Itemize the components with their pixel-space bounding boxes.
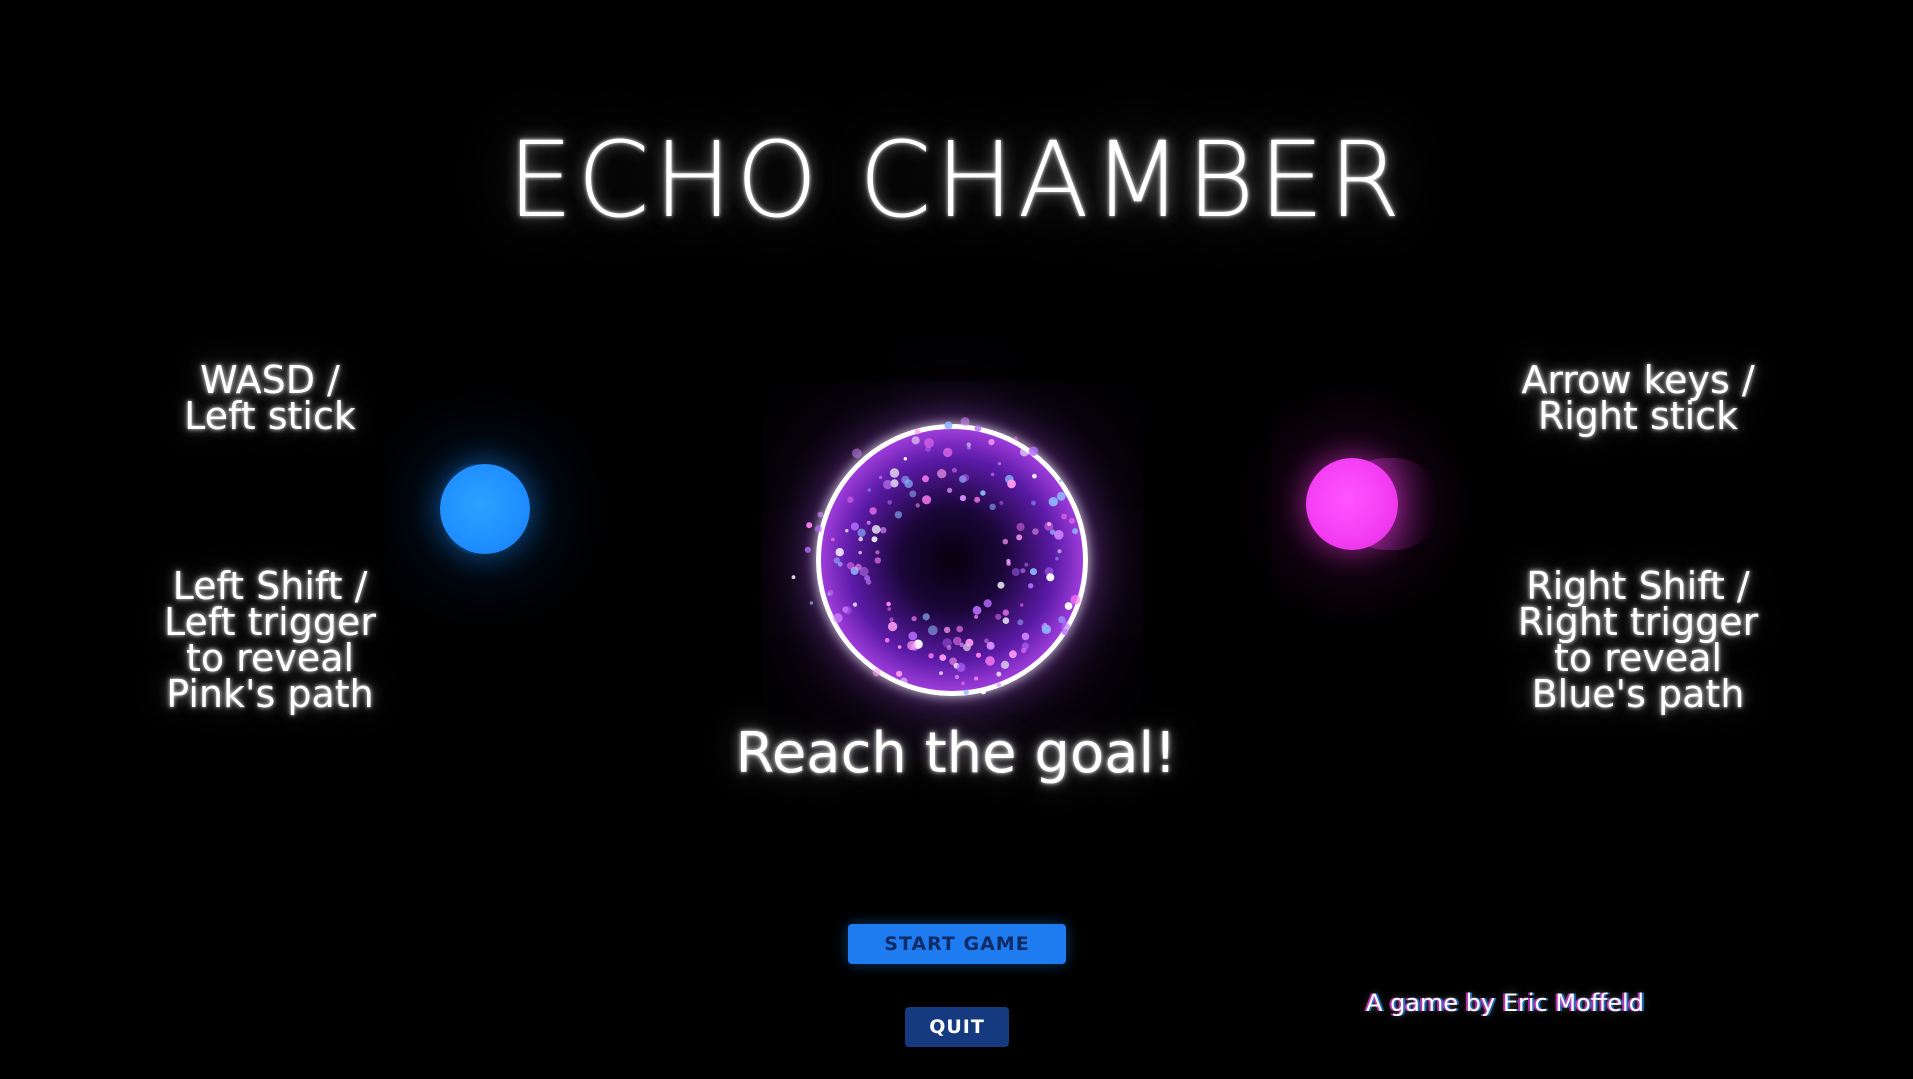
pink-orb-icon	[1306, 458, 1398, 550]
goal-instruction: Reach the goal!	[735, 721, 1177, 786]
particle	[804, 546, 811, 553]
particle	[791, 575, 796, 580]
particle	[809, 601, 814, 605]
start-game-button[interactable]: START GAME	[848, 924, 1066, 964]
pink-reveal-controls: Right Shift / Right trigger to reveal Bl…	[1517, 564, 1759, 716]
credit-text: A game by Eric Moffeld	[1366, 989, 1644, 1017]
blue-move-controls: WASD / Left stick	[184, 358, 356, 438]
main-menu-screen: ECHO CHAMBER WASD / Left stick Left Shif…	[0, 0, 1913, 1079]
blue-reveal-controls: Left Shift / Left trigger to reveal Pink…	[164, 564, 376, 716]
pink-move-controls: Arrow keys / Right stick	[1521, 358, 1755, 438]
game-title: ECHO CHAMBER	[507, 119, 1405, 241]
quit-button[interactable]: QUIT	[905, 1007, 1009, 1047]
goal-portal-icon	[816, 424, 1088, 696]
blue-orb-icon	[440, 464, 530, 554]
particle	[852, 448, 862, 459]
particle	[806, 522, 813, 529]
